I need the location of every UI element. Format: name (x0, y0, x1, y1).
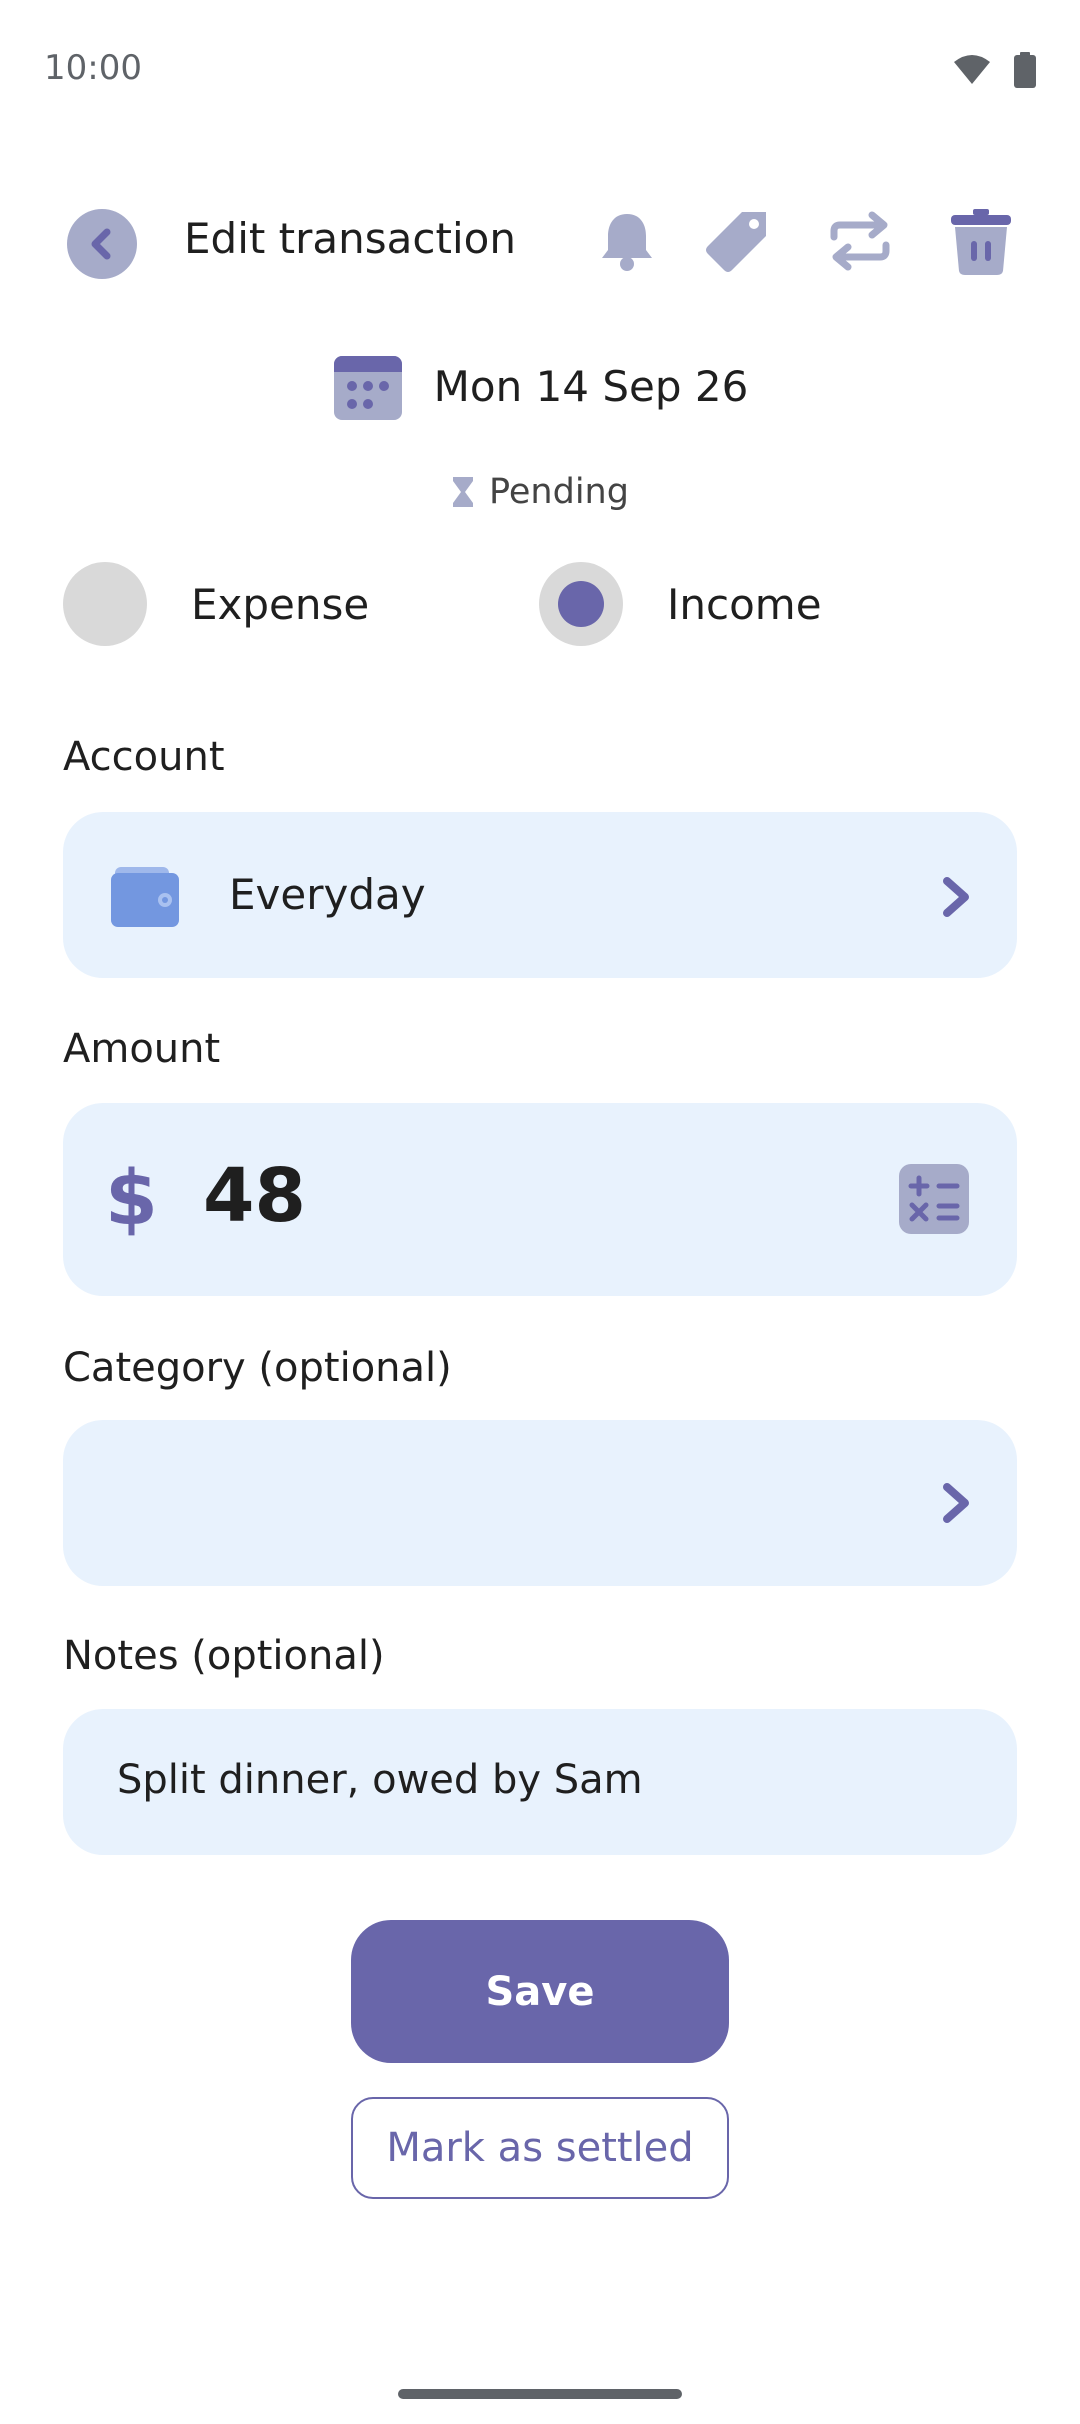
amount-section-label: Amount (63, 1026, 221, 1072)
repeat-icon (830, 211, 890, 271)
reminder-button[interactable] (591, 205, 663, 277)
status-badge: Pending (0, 472, 1080, 512)
tag-icon (706, 212, 766, 272)
chevron-left-icon (91, 228, 111, 260)
wifi-icon (954, 55, 990, 84)
notes-value[interactable]: Split dinner, owed by Sam (117, 1757, 643, 1803)
amount-value[interactable]: 48 (203, 1153, 306, 1239)
status-icons (952, 52, 1036, 88)
wallet-icon (111, 867, 179, 927)
radio-selected-dot (558, 581, 604, 627)
chevron-right-icon (943, 877, 969, 917)
expense-radio[interactable] (63, 562, 147, 646)
date-selector[interactable]: Mon 14 Sep 26 (0, 350, 1080, 422)
income-option[interactable]: Income (539, 562, 822, 646)
amount-field[interactable]: $ 48 (63, 1103, 1017, 1296)
save-button[interactable]: Save (351, 1920, 729, 2063)
bell-icon (602, 214, 652, 271)
repeat-button[interactable] (824, 205, 896, 277)
expense-label: Expense (191, 579, 370, 629)
account-section-label: Account (63, 734, 225, 780)
delete-button[interactable] (945, 205, 1017, 277)
calculator-icon (908, 1175, 960, 1222)
account-value: Everyday (229, 870, 426, 919)
chevron-right-icon (943, 1483, 969, 1523)
date-label: Mon 14 Sep 26 (433, 361, 749, 411)
mark-settled-button[interactable]: Mark as settled (351, 2097, 729, 2199)
status-time: 10:00 (44, 48, 142, 88)
category-selector[interactable] (63, 1420, 1017, 1586)
calculator-button[interactable] (899, 1164, 969, 1234)
income-radio[interactable] (539, 562, 623, 646)
back-button[interactable] (67, 209, 137, 279)
hourglass-icon (453, 477, 474, 507)
status-label: Pending (489, 472, 629, 512)
income-label: Income (667, 579, 822, 629)
trash-icon (951, 209, 1011, 275)
expense-option[interactable]: Expense (63, 562, 369, 646)
tag-button[interactable] (701, 205, 773, 277)
account-selector[interactable]: Everyday (63, 812, 1017, 978)
battery-icon (1014, 52, 1036, 88)
notes-input[interactable]: Split dinner, owed by Sam (63, 1709, 1017, 1855)
calendar-icon (333, 356, 402, 420)
currency-symbol: $ (105, 1153, 158, 1242)
notes-section-label: Notes (optional) (63, 1633, 385, 1679)
home-indicator[interactable] (398, 2389, 682, 2399)
edit-transaction-screen: 10:00 Edit transaction Mon 14 Sep 26 Pen… (0, 0, 1080, 2424)
category-section-label: Category (optional) (63, 1345, 452, 1391)
page-title: Edit transaction (184, 214, 516, 263)
